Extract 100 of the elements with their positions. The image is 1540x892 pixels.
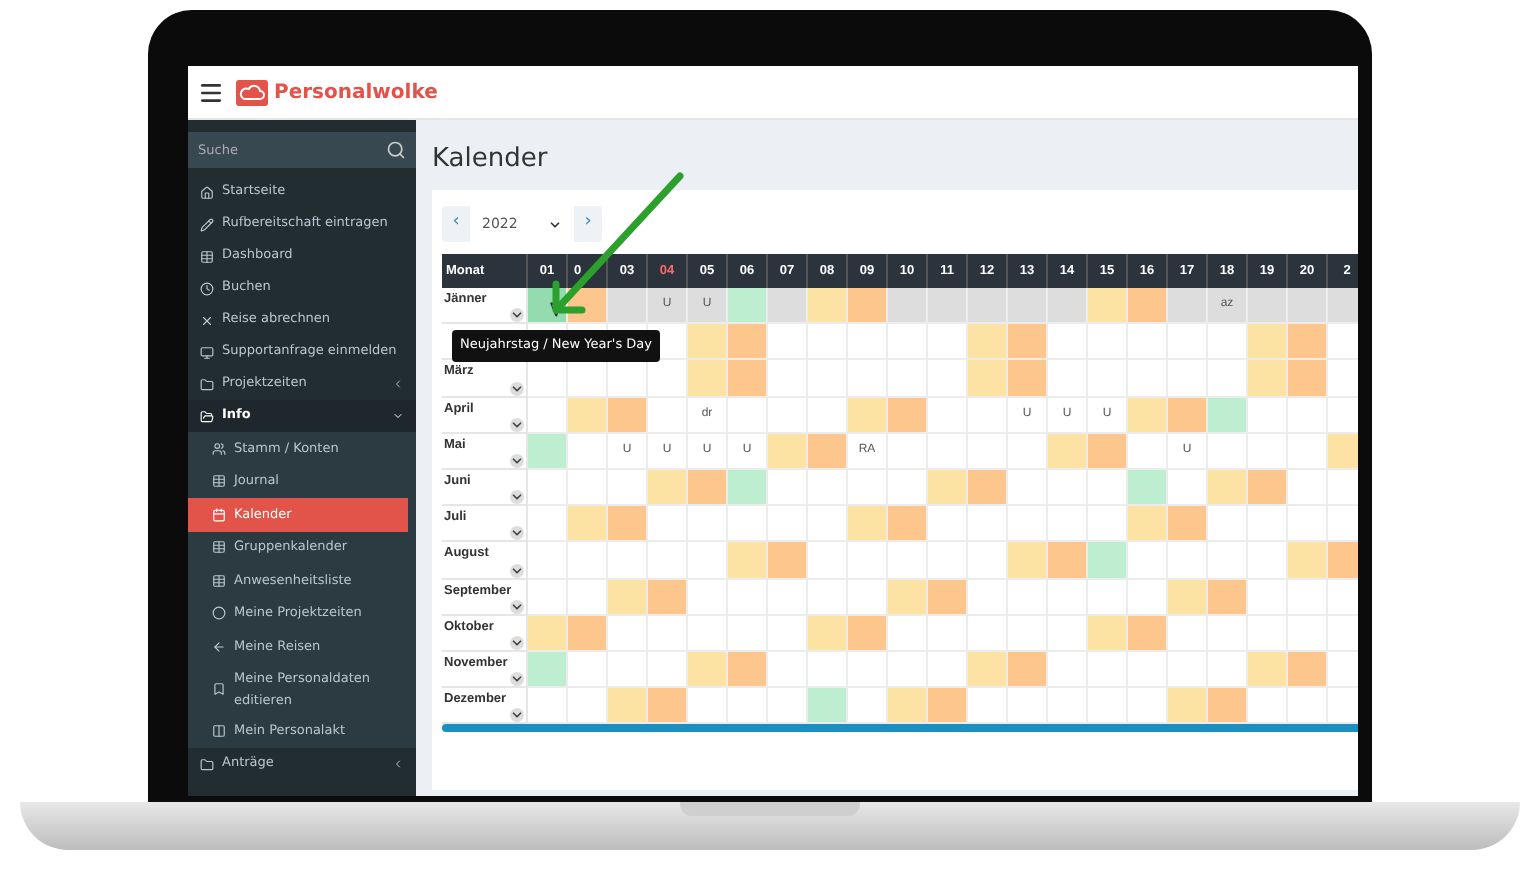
day-cell[interactable] [768, 360, 808, 398]
day-cell[interactable] [928, 324, 968, 361]
day-cell[interactable] [1128, 506, 1168, 543]
day-cell[interactable] [688, 469, 728, 507]
day-cell[interactable] [1248, 288, 1288, 325]
day-cell[interactable] [1208, 651, 1248, 689]
day-cell[interactable] [608, 506, 648, 543]
day-cell[interactable] [1088, 542, 1128, 579]
day-cell[interactable] [1008, 615, 1048, 652]
day-cell[interactable] [1008, 506, 1048, 543]
day-cell[interactable] [568, 397, 608, 434]
expand-row-icon[interactable] [510, 563, 524, 577]
day-cell[interactable] [1168, 615, 1208, 652]
day-cell[interactable] [928, 397, 968, 434]
day-cell[interactable] [1168, 469, 1208, 507]
day-cell[interactable] [1248, 506, 1288, 543]
day-cell[interactable] [888, 324, 928, 361]
day-cell[interactable] [968, 579, 1008, 616]
day-cell[interactable] [728, 506, 768, 543]
day-cell[interactable] [1168, 397, 1208, 434]
day-cell[interactable] [768, 615, 808, 652]
day-cell[interactable] [1008, 324, 1048, 361]
day-cell[interactable] [1328, 542, 1358, 579]
day-cell[interactable] [1288, 469, 1328, 507]
day-cell[interactable] [1048, 688, 1088, 725]
day-cell[interactable] [768, 324, 808, 361]
day-cell[interactable] [928, 542, 968, 579]
day-cell[interactable] [888, 397, 928, 434]
day-cell[interactable] [1128, 579, 1168, 616]
day-cell[interactable] [1088, 433, 1128, 470]
day-cell[interactable] [648, 397, 688, 434]
day-cell[interactable] [1248, 360, 1288, 398]
day-cell[interactable] [1048, 506, 1088, 543]
scrollbar[interactable] [442, 724, 1358, 733]
day-cell[interactable] [928, 506, 968, 543]
day-cell[interactable] [1248, 688, 1288, 725]
day-cell[interactable] [1048, 651, 1088, 689]
day-cell[interactable] [728, 651, 768, 689]
day-cell[interactable] [1248, 324, 1288, 361]
day-cell[interactable] [808, 579, 848, 616]
day-cell[interactable] [1288, 288, 1328, 325]
day-cell[interactable] [1168, 506, 1208, 543]
day-cell[interactable] [568, 433, 608, 470]
day-cell[interactable] [928, 579, 968, 616]
day-cell[interactable] [1008, 360, 1048, 398]
day-cell[interactable] [1008, 579, 1048, 616]
day-cell[interactable] [848, 397, 888, 434]
day-cell[interactable] [888, 542, 928, 579]
day-cell[interactable] [928, 651, 968, 689]
day-cell[interactable] [688, 651, 728, 689]
day-cell[interactable] [848, 579, 888, 616]
day-cell[interactable] [848, 360, 888, 398]
day-cell[interactable] [768, 469, 808, 507]
day-cell[interactable] [888, 579, 928, 616]
day-cell[interactable] [648, 469, 688, 507]
day-cell[interactable] [608, 397, 648, 434]
day-cell[interactable] [568, 469, 608, 507]
day-cell[interactable] [1208, 324, 1248, 361]
day-cell[interactable] [808, 651, 848, 689]
day-cell[interactable] [1048, 433, 1088, 470]
day-cell[interactable] [808, 397, 848, 434]
day-cell[interactable] [1128, 542, 1168, 579]
day-cell[interactable] [1248, 542, 1288, 579]
day-cell[interactable] [608, 288, 648, 325]
day-cell[interactable] [568, 542, 608, 579]
day-cell[interactable] [568, 579, 608, 616]
day-cell[interactable] [1328, 288, 1358, 325]
day-cell[interactable] [888, 688, 928, 725]
day-cell[interactable] [1208, 397, 1248, 434]
day-cell[interactable] [808, 688, 848, 725]
day-cell[interactable] [528, 615, 568, 652]
day-cell[interactable] [1208, 506, 1248, 543]
day-cell[interactable] [1048, 469, 1088, 507]
day-cell[interactable] [568, 506, 608, 543]
day-cell[interactable] [888, 433, 928, 470]
day-cell[interactable] [928, 360, 968, 398]
day-cell[interactable] [848, 469, 888, 507]
day-cell[interactable] [808, 542, 848, 579]
day-cell[interactable] [728, 542, 768, 579]
day-cell[interactable] [808, 288, 848, 325]
day-cell[interactable] [768, 542, 808, 579]
day-cell[interactable] [648, 506, 688, 543]
day-cell[interactable] [528, 688, 568, 725]
day-cell[interactable] [568, 360, 608, 398]
day-cell[interactable] [1168, 542, 1208, 579]
day-cell[interactable] [888, 651, 928, 689]
day-cell[interactable] [1288, 324, 1328, 361]
day-cell[interactable] [608, 360, 648, 398]
day-cell[interactable] [608, 688, 648, 725]
day-cell[interactable] [1048, 542, 1088, 579]
day-cell[interactable] [768, 433, 808, 470]
day-cell[interactable] [808, 615, 848, 652]
day-cell[interactable] [808, 360, 848, 398]
expand-row-icon[interactable] [510, 453, 524, 468]
day-cell[interactable] [688, 688, 728, 725]
day-cell[interactable] [528, 469, 568, 507]
day-cell[interactable] [848, 506, 888, 543]
day-cell[interactable] [1288, 542, 1328, 579]
expand-row-icon[interactable] [510, 599, 524, 614]
expand-row-icon[interactable] [510, 526, 524, 541]
